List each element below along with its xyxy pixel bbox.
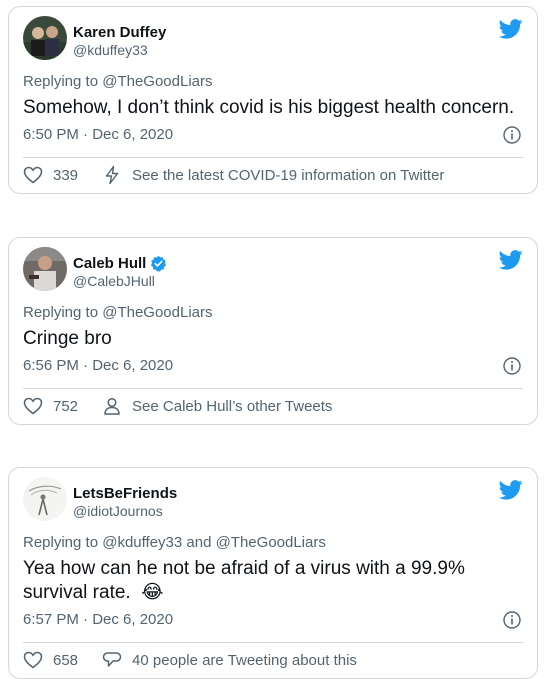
like-count[interactable]: 752: [53, 398, 78, 415]
display-name[interactable]: LetsBeFriends: [73, 485, 177, 502]
tweet-text: Yea how can he not be afraid of a virus …: [23, 557, 521, 605]
avatar[interactable]: [23, 477, 67, 521]
twitter-bird-icon[interactable]: [499, 250, 523, 270]
heart-icon[interactable]: [23, 396, 43, 416]
tweet-text: Somehow, I don’t think covid is his bigg…: [23, 97, 515, 118]
tweeting-about-link[interactable]: 40 people are Tweeting about this: [132, 652, 357, 669]
tweet-card: Karen Duffey @kduffey33 Replying to @The…: [8, 6, 538, 194]
verified-badge-icon: [151, 255, 167, 272]
person-icon[interactable]: [102, 396, 122, 416]
user-handle[interactable]: @idiotJournos: [73, 503, 163, 519]
divider: [23, 642, 523, 643]
info-icon[interactable]: [503, 126, 521, 144]
timestamp[interactable]: 6:57 PM · Dec 6, 2020: [23, 611, 173, 628]
avatar[interactable]: [23, 247, 67, 291]
replying-to[interactable]: Replying to @TheGoodLiars: [23, 73, 213, 90]
display-name[interactable]: Karen Duffey: [73, 24, 166, 41]
display-name[interactable]: Caleb Hull: [73, 255, 146, 272]
tweet-text: Cringe bro: [23, 328, 112, 349]
other-tweets-link[interactable]: See Caleb Hull’s other Tweets: [132, 398, 332, 415]
tweet-card: Caleb Hull @CalebJHull Replying to @TheG…: [8, 237, 538, 425]
tweet-text-body: Yea how can he not be afraid of a virus …: [23, 558, 465, 603]
like-count[interactable]: 658: [53, 652, 78, 669]
replying-to[interactable]: Replying to @TheGoodLiars: [23, 304, 213, 321]
speech-bubble-icon[interactable]: [102, 650, 122, 670]
twitter-bird-icon[interactable]: [499, 19, 523, 39]
info-icon[interactable]: [503, 611, 521, 629]
laughing-emoji: 😂: [141, 582, 164, 603]
twitter-bird-icon[interactable]: [499, 480, 523, 500]
info-icon[interactable]: [503, 357, 521, 375]
tweet-card: LetsBeFriends @idiotJournos Replying to …: [8, 467, 538, 679]
divider: [23, 157, 523, 158]
avatar[interactable]: [23, 16, 67, 60]
timestamp[interactable]: 6:50 PM · Dec 6, 2020: [23, 126, 173, 143]
replying-to[interactable]: Replying to @kduffey33 and @TheGoodLiars: [23, 534, 326, 551]
heart-icon[interactable]: [23, 165, 43, 185]
timestamp[interactable]: 6:56 PM · Dec 6, 2020: [23, 357, 173, 374]
lightning-icon[interactable]: [102, 165, 122, 185]
user-handle[interactable]: @CalebJHull: [73, 273, 155, 289]
divider: [23, 388, 523, 389]
user-handle[interactable]: @kduffey33: [73, 42, 148, 58]
heart-icon[interactable]: [23, 650, 43, 670]
like-count[interactable]: 339: [53, 167, 78, 184]
covid-info-link[interactable]: See the latest COVID-19 information on T…: [132, 167, 444, 184]
